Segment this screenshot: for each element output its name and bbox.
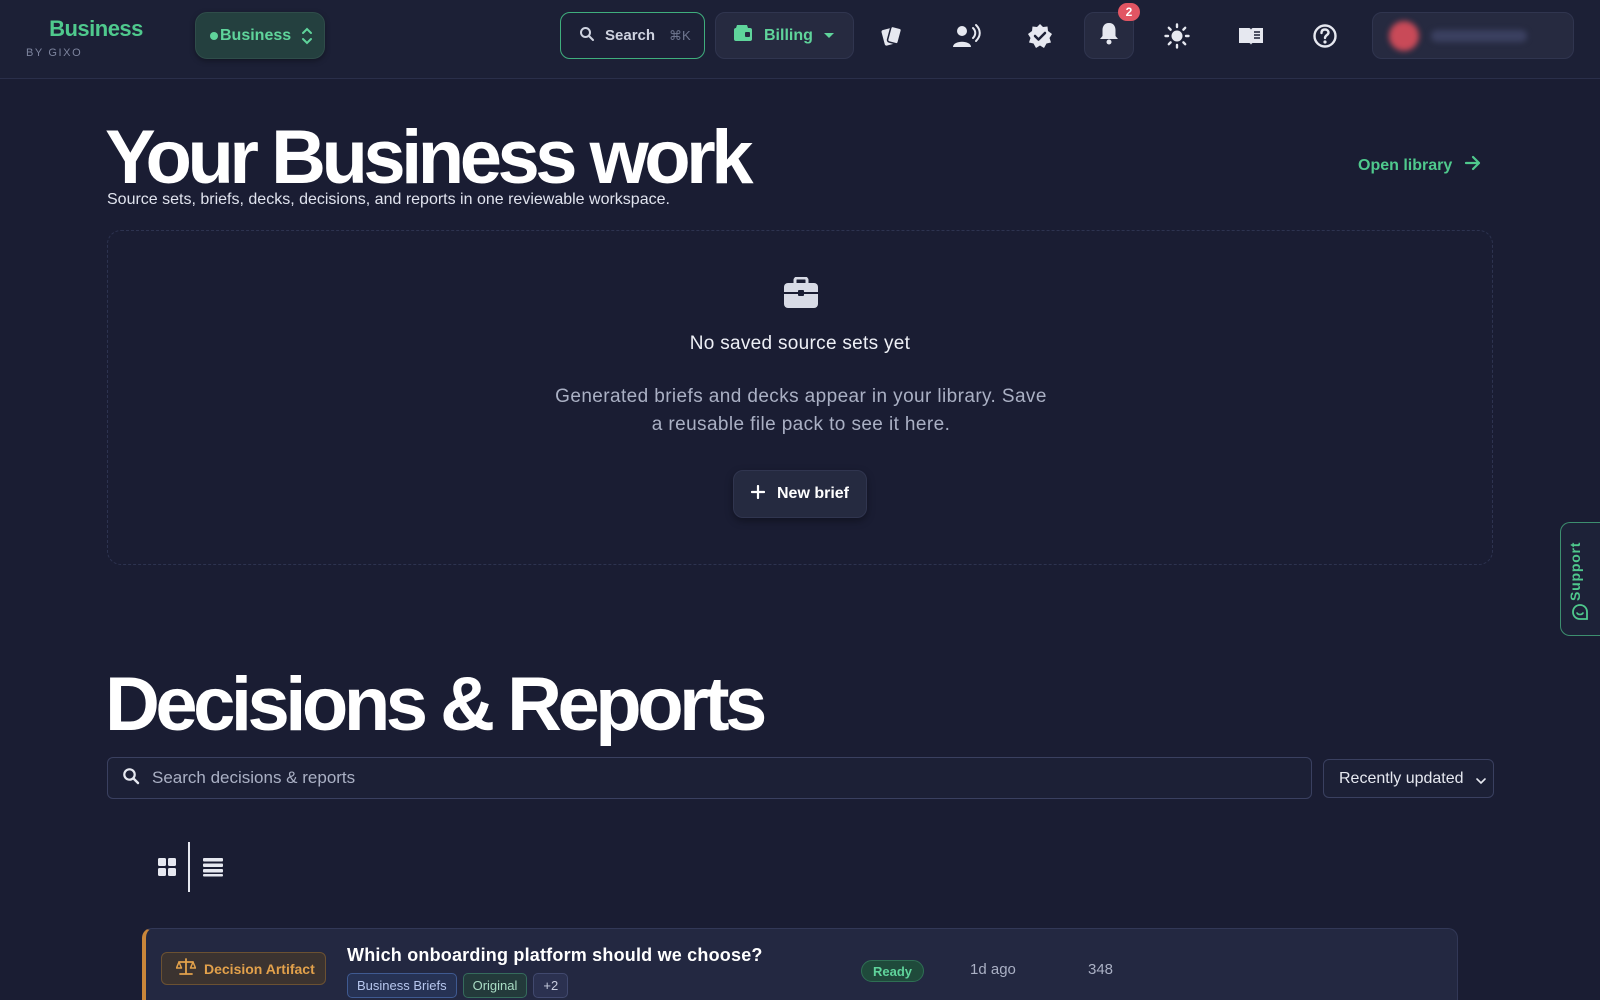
brand-logo[interactable]: Business BY GIXO: [26, 16, 156, 59]
tag[interactable]: Original: [462, 973, 528, 998]
updated-time: 1d ago: [970, 961, 1016, 978]
verified-badge-icon[interactable]: [1015, 12, 1065, 59]
list-view-icon[interactable]: [198, 852, 228, 882]
caret-down-icon: [823, 27, 835, 45]
chevron-up-down-icon: [301, 26, 313, 46]
decisions-search: [107, 757, 1312, 799]
tag[interactable]: Business Briefs: [347, 973, 457, 998]
user-menu[interactable]: [1372, 12, 1574, 59]
search-icon: [579, 26, 595, 46]
bell-icon: [1098, 21, 1120, 50]
sort-value: Recently updated: [1339, 769, 1464, 787]
workspace-label: Business: [220, 26, 292, 44]
plus-icon: [750, 484, 766, 504]
page-title: Your Business work: [105, 115, 754, 200]
wallet-icon: [732, 22, 754, 49]
search-button[interactable]: Search ⌘K: [560, 12, 705, 59]
workspace-switcher[interactable]: Business: [195, 12, 325, 59]
list-item[interactable]: Decision Artifact Which onboarding platf…: [142, 928, 1458, 1000]
view-toggle: [152, 842, 228, 892]
type-badge-label: Decision Artifact: [204, 960, 315, 977]
voice-user-icon[interactable]: [941, 12, 991, 59]
new-brief-label: New brief: [776, 485, 849, 502]
status-badge: Ready: [861, 960, 924, 982]
arrow-right-icon: [1464, 155, 1482, 176]
avatar: [1389, 20, 1419, 51]
brand-subtitle: BY GIXO: [26, 47, 83, 59]
support-label: Support: [1567, 541, 1583, 601]
empty-state-card: No saved source sets yet Generated brief…: [107, 230, 1493, 565]
book-icon[interactable]: [1226, 12, 1276, 59]
notifications-button[interactable]: 2: [1084, 3, 1140, 59]
top-bar: Business BY GIXO Business Search ⌘K Bill…: [0, 0, 1600, 79]
grid-view-icon[interactable]: [152, 852, 182, 882]
support-tab[interactable]: Support: [1560, 522, 1600, 636]
open-library-label: Open library: [1358, 156, 1453, 174]
briefcase-icon: [783, 276, 819, 314]
status-dot: [210, 31, 218, 40]
scale-icon: [175, 958, 197, 979]
empty-state-title: No saved source sets yet: [689, 333, 911, 354]
support-chat-icon: [1571, 603, 1589, 626]
help-icon[interactable]: [1300, 12, 1350, 59]
sort-select[interactable]: Recently updated: [1323, 759, 1494, 798]
search-shortcut: ⌘K: [669, 27, 691, 43]
view-toggle-divider: [188, 842, 190, 892]
notification-count-badge: 2: [1118, 3, 1140, 21]
row-title[interactable]: Which onboarding platform should we choo…: [347, 945, 763, 966]
chevron-down-icon: [1475, 773, 1487, 791]
open-library-link[interactable]: Open library: [1358, 155, 1482, 176]
cards-icon[interactable]: [867, 12, 917, 59]
billing-button[interactable]: Billing: [715, 12, 854, 59]
billing-label: Billing: [764, 26, 813, 44]
user-name-redacted: [1431, 29, 1527, 42]
type-badge: Decision Artifact: [161, 952, 326, 985]
sun-icon[interactable]: [1152, 12, 1202, 59]
empty-state-description: Generated briefs and decks appear in you…: [555, 386, 1047, 435]
brand-title: Business: [49, 16, 143, 41]
item-count: 348: [1088, 961, 1114, 978]
search-icon: [122, 767, 140, 790]
tag-list: Business Briefs Original +2: [347, 973, 569, 998]
new-brief-button[interactable]: New brief: [733, 470, 867, 518]
page-subtitle: Source sets, briefs, decks, decisions, a…: [107, 191, 670, 208]
section-title: Decisions & Reports: [105, 662, 767, 747]
more-tags-badge[interactable]: +2: [533, 973, 569, 998]
search-label: Search: [605, 27, 656, 44]
decisions-search-input[interactable]: [152, 768, 1252, 788]
